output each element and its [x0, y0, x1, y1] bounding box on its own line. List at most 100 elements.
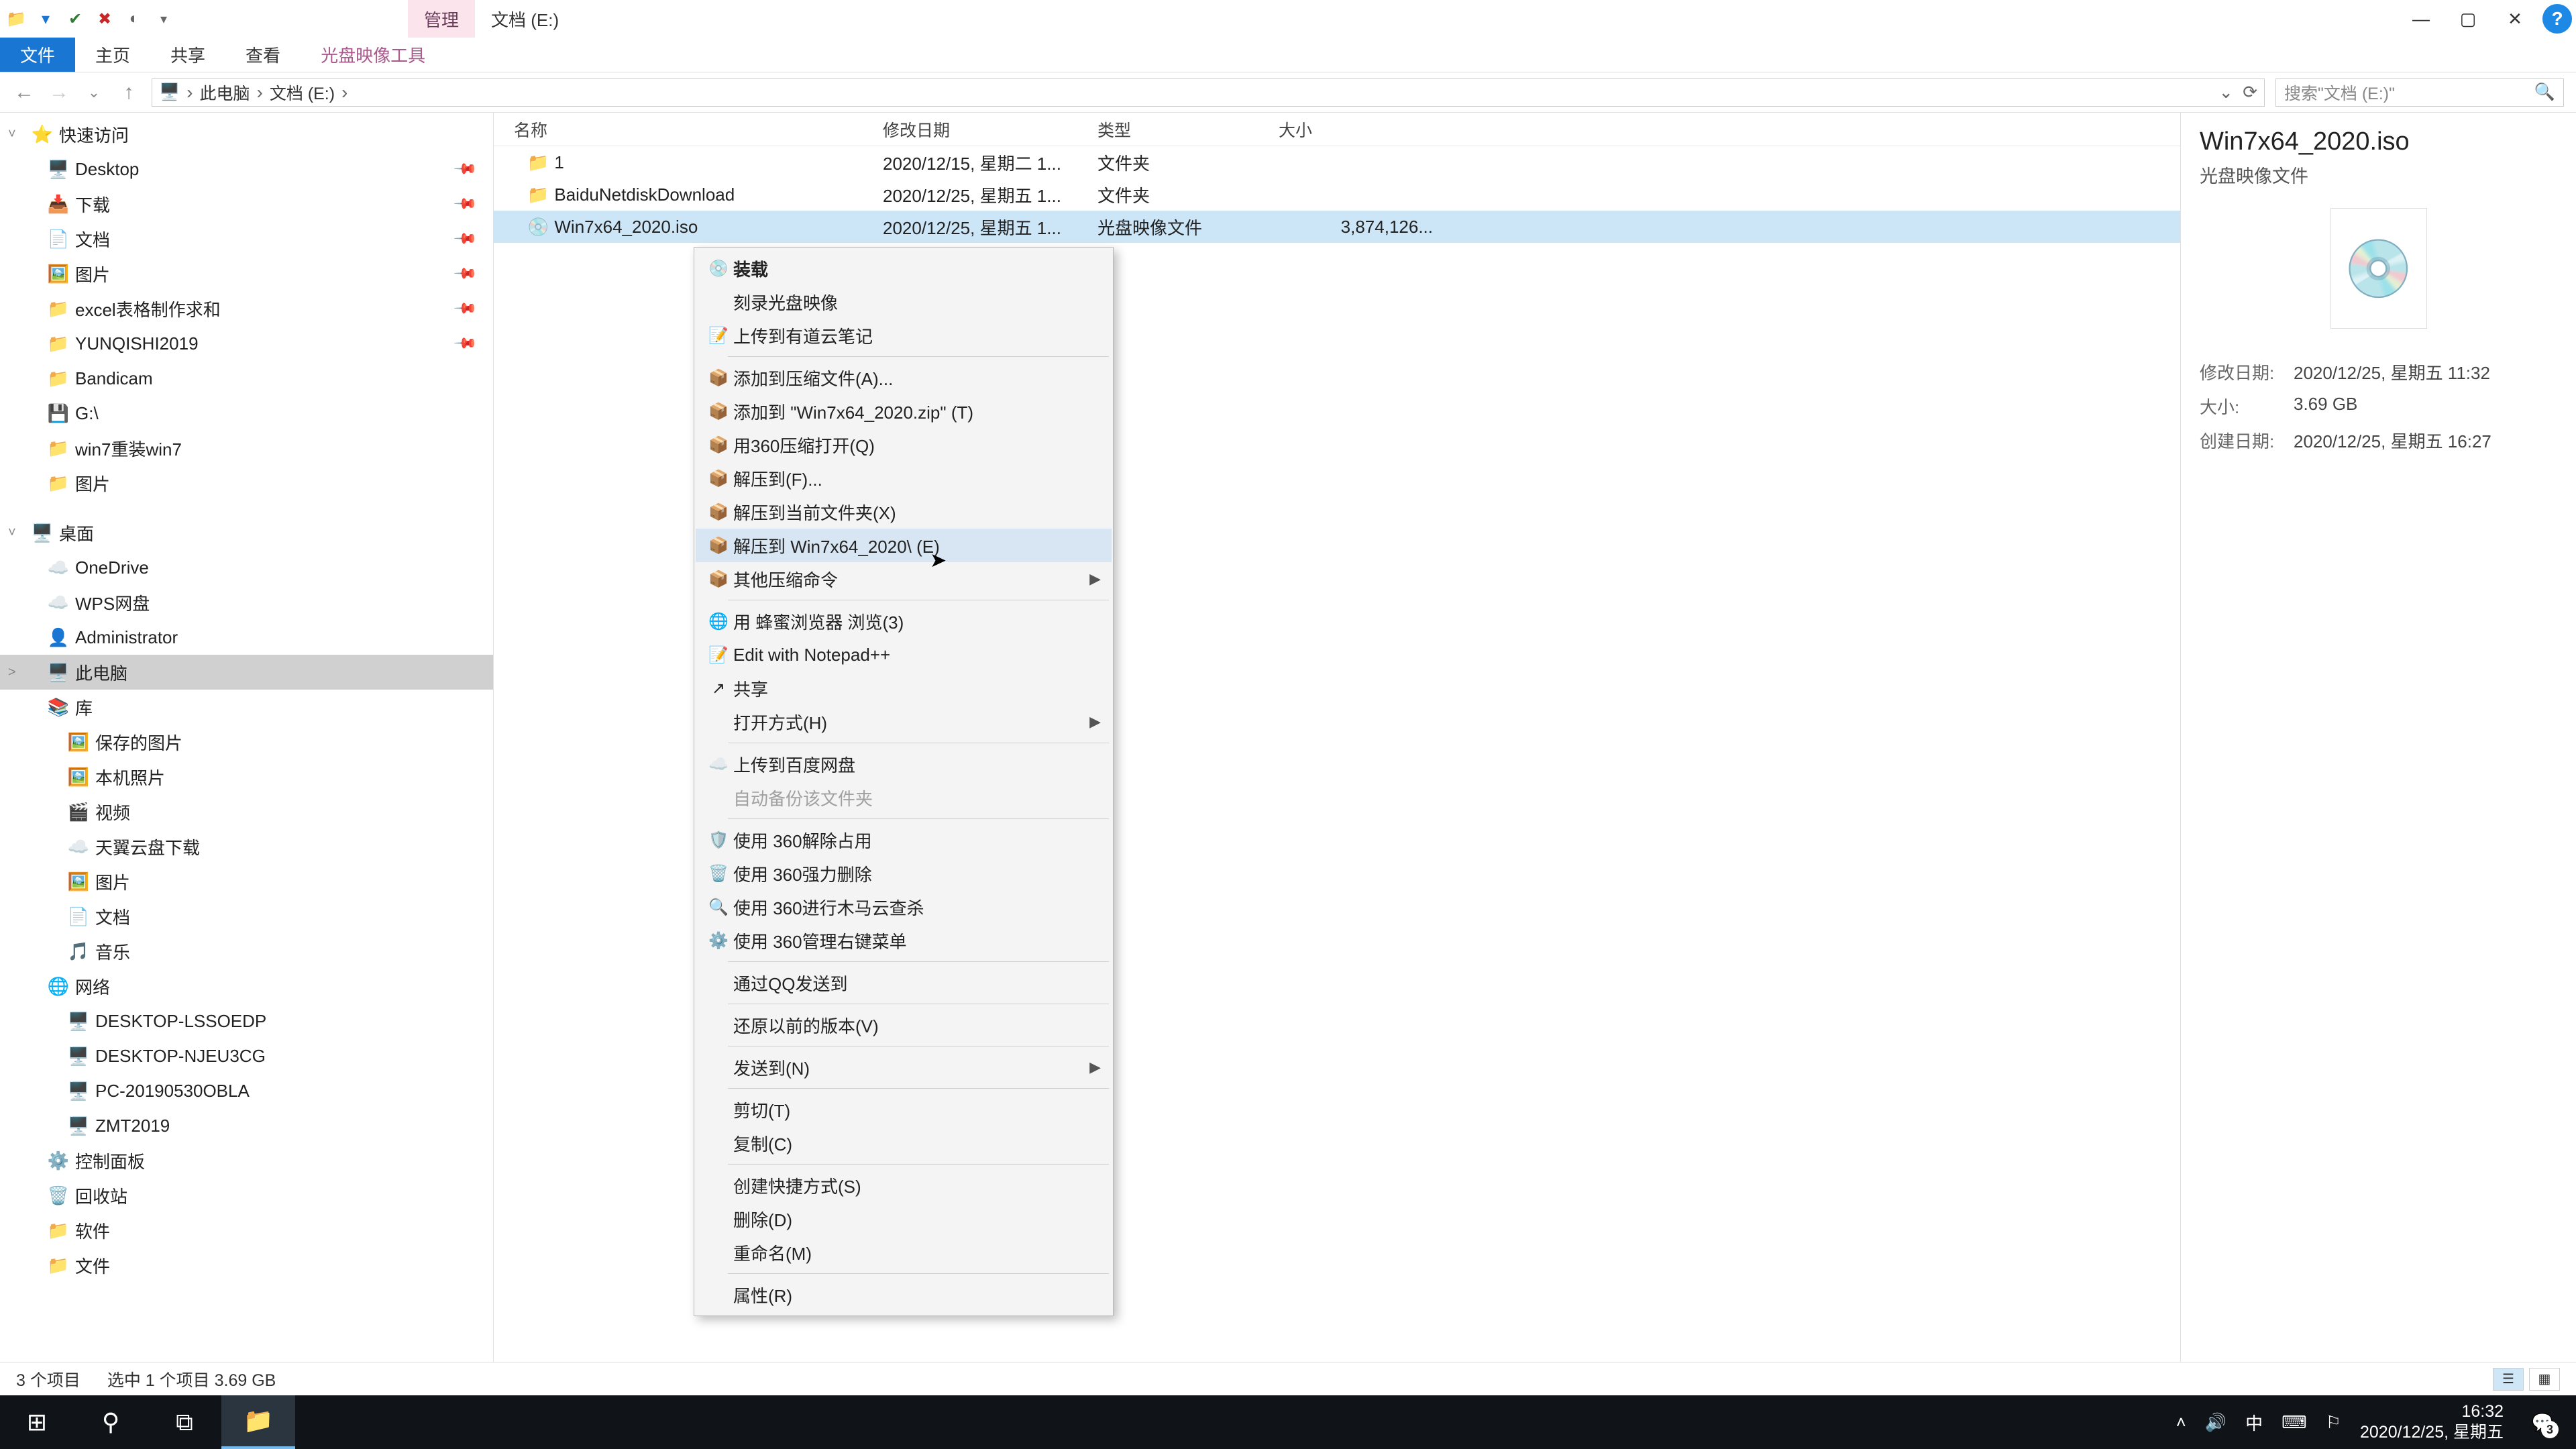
expand-caret-icon[interactable]: ˃	[8, 665, 16, 680]
context-menu-item[interactable]: 📦解压到(F)...	[696, 462, 1112, 495]
sidebar-item[interactable]: ☁️WPS网盘	[0, 585, 493, 620]
sidebar-item[interactable]: 🖥️DESKTOP-LSSOEDP	[0, 1004, 493, 1038]
context-menu-item[interactable]: 📦解压到当前文件夹(X)	[696, 495, 1112, 529]
file-row[interactable]: 📁BaiduNetdiskDownload2020/12/25, 星期五 1..…	[494, 178, 2180, 211]
ime-mode-icon[interactable]: ⌨	[2282, 1412, 2307, 1433]
context-menu-item[interactable]: 📦解压到 Win7x64_2020\ (E)	[696, 529, 1112, 562]
context-menu-item[interactable]: 📦添加到压缩文件(A)...	[696, 361, 1112, 394]
sidebar-item[interactable]: 👤Administrator	[0, 620, 493, 655]
view-icons-button[interactable]: ▦	[2529, 1368, 2560, 1391]
col-size[interactable]: 大小	[1279, 117, 1446, 142]
minimize-button[interactable]: —	[2398, 0, 2445, 38]
sidebar-item[interactable]: 💾G:\	[0, 396, 493, 431]
context-menu-item[interactable]: 剪切(T)	[696, 1093, 1112, 1126]
sidebar-item[interactable]: ☁️天翼云盘下载	[0, 829, 493, 864]
sidebar-item[interactable]: 📥下载📌	[0, 186, 493, 221]
context-menu-item[interactable]: 🔍使用 360进行木马云查杀	[696, 890, 1112, 924]
context-menu-item[interactable]: 复制(C)	[696, 1126, 1112, 1160]
sidebar-item[interactable]: 🎬视频	[0, 794, 493, 829]
context-menu-item[interactable]: 📦添加到 "Win7x64_2020.zip" (T)	[696, 394, 1112, 428]
sidebar-item[interactable]: 🖥️PC-20190530OBLA	[0, 1073, 493, 1108]
file-row[interactable]: 📁12020/12/15, 星期二 1...文件夹	[494, 146, 2180, 178]
context-menu-item[interactable]: 删除(D)	[696, 1202, 1112, 1236]
ribbon-tab-view[interactable]: 查看	[225, 38, 301, 72]
context-menu-item[interactable]: 还原以前的版本(V)	[696, 1008, 1112, 1042]
context-menu-item[interactable]: 重命名(M)	[696, 1236, 1112, 1269]
ribbon-tab-share[interactable]: 共享	[150, 38, 225, 72]
sidebar-item[interactable]: 📁excel表格制作求和📌	[0, 291, 493, 326]
ime-indicator[interactable]: 中	[2245, 1410, 2263, 1435]
sidebar-item[interactable]: 📄文档📌	[0, 221, 493, 256]
properties-icon[interactable]: ◐	[123, 8, 145, 30]
sidebar-item[interactable]: 🗑️回收站	[0, 1178, 493, 1213]
sidebar-item[interactable]: 🎵音乐	[0, 934, 493, 969]
forward-button[interactable]: →	[47, 81, 71, 104]
context-menu-item[interactable]: ↗共享	[696, 672, 1112, 705]
sidebar-item[interactable]: 🖼️保存的图片	[0, 724, 493, 759]
ribbon-tab-disc-tools[interactable]: 光盘映像工具	[301, 38, 445, 72]
refresh-icon[interactable]: ⟳	[2243, 82, 2257, 103]
context-menu-item[interactable]: 🌐用 蜂蜜浏览器 浏览(3)	[696, 604, 1112, 638]
col-name[interactable]: 名称	[494, 117, 883, 142]
context-menu-item[interactable]: 属性(R)	[696, 1278, 1112, 1311]
sidebar-item[interactable]: 📄文档	[0, 899, 493, 934]
context-menu-item[interactable]: 通过QQ发送到	[696, 966, 1112, 1000]
history-dropdown-icon[interactable]: ⌄	[2218, 82, 2233, 103]
sidebar-item[interactable]: 📁win7重装win7	[0, 431, 493, 466]
sidebar-item[interactable]: 🖥️DESKTOP-NJEU3CG	[0, 1038, 493, 1073]
sidebar-item[interactable]: ☁️OneDrive	[0, 550, 493, 585]
up-button[interactable]: ↑	[117, 81, 141, 104]
help-button[interactable]: ?	[2542, 4, 2572, 34]
ribbon-tab-home[interactable]: 主页	[75, 38, 150, 72]
expand-caret-icon[interactable]: ˅	[8, 127, 16, 142]
context-menu-item[interactable]: 📝Edit with Notepad++	[696, 638, 1112, 672]
context-menu-item[interactable]: 打开方式(H)▶	[696, 705, 1112, 739]
sidebar-item[interactable]: ⚙️控制面板	[0, 1143, 493, 1178]
sidebar-item[interactable]: 🖼️图片	[0, 864, 493, 899]
context-menu-item[interactable]: 📦其他压缩命令▶	[696, 562, 1112, 596]
start-button[interactable]: ⊞	[0, 1395, 74, 1449]
close-button[interactable]: ✕	[2491, 0, 2538, 38]
sidebar-item[interactable]: 📁软件	[0, 1213, 493, 1248]
dropdown-icon[interactable]: ▾	[153, 8, 174, 30]
col-date[interactable]: 修改日期	[883, 117, 1097, 142]
search-button[interactable]: ⚲	[74, 1395, 148, 1449]
sidebar-item[interactable]: 📁文件	[0, 1248, 493, 1283]
col-type[interactable]: 类型	[1097, 117, 1279, 142]
context-menu-item[interactable]: 📝上传到有道云笔记	[696, 319, 1112, 352]
sidebar-item[interactable]: 🖼️图片📌	[0, 256, 493, 291]
volume-icon[interactable]: 🔊	[2205, 1412, 2226, 1433]
clock[interactable]: 16:32 2020/12/25, 星期五	[2360, 1401, 2504, 1444]
recent-dropdown[interactable]: ⌄	[82, 84, 106, 101]
sidebar-item[interactable]: ˃🖥️此电脑	[0, 655, 493, 690]
context-menu-item[interactable]: ⚙️使用 360管理右键菜单	[696, 924, 1112, 957]
task-view-button[interactable]: ⧉	[148, 1395, 221, 1449]
sidebar-item[interactable]: 📚库	[0, 690, 493, 724]
delete-icon[interactable]: ✖	[94, 8, 115, 30]
sidebar-item[interactable]: 🖥️Desktop📌	[0, 152, 493, 186]
sidebar-item[interactable]: 📁图片	[0, 466, 493, 500]
breadcrumb-drive[interactable]: 文档 (E:)	[270, 80, 335, 105]
ribbon-tab-file[interactable]: 文件	[0, 38, 75, 72]
sidebar-item[interactable]: 🖼️本机照片	[0, 759, 493, 794]
context-menu-item[interactable]: 💿装载	[696, 252, 1112, 285]
back-button[interactable]: ←	[12, 81, 36, 104]
sidebar-item[interactable]: 🖥️ZMT2019	[0, 1108, 493, 1143]
save-icon[interactable]: ▾	[35, 8, 56, 30]
context-menu-item[interactable]: 创建快捷方式(S)	[696, 1169, 1112, 1202]
tray-chevron-up-icon[interactable]: ˄	[2176, 1412, 2186, 1433]
context-menu-item[interactable]: 🗑️使用 360强力删除	[696, 857, 1112, 890]
context-menu-item[interactable]: 📦用360压缩打开(Q)	[696, 428, 1112, 462]
search-input[interactable]: 搜索"文档 (E:)" 🔍	[2275, 78, 2564, 107]
context-menu-item[interactable]: ☁️上传到百度网盘	[696, 747, 1112, 781]
sidebar-item[interactable]: ˅⭐快速访问	[0, 117, 493, 152]
explorer-taskbar-button[interactable]: 📁	[221, 1395, 295, 1449]
sidebar-item[interactable]: 🌐网络	[0, 969, 493, 1004]
breadcrumb-path[interactable]: 🖥️ 此电脑 文档 (E:) ⌄⟳	[152, 78, 2265, 107]
breadcrumb-pc[interactable]: 此电脑	[199, 80, 250, 105]
maximize-button[interactable]: ▢	[2445, 0, 2491, 38]
context-menu-item[interactable]: 刻录光盘映像	[696, 285, 1112, 319]
sidebar-item[interactable]: 📁Bandicam	[0, 361, 493, 396]
sidebar-item[interactable]: ˅🖥️桌面	[0, 515, 493, 550]
checkmark-icon[interactable]: ✔	[64, 8, 86, 30]
